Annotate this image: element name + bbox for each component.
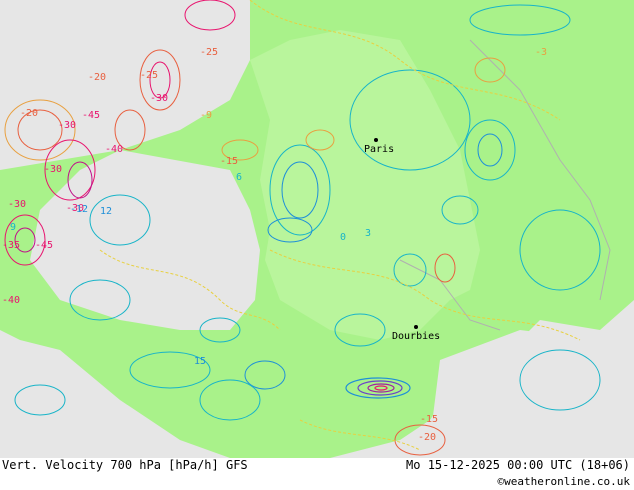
city-label: Dourbies — [392, 331, 440, 342]
city-marker — [374, 138, 378, 142]
contour-label: -3 — [535, 47, 547, 58]
contour-label: -40 — [105, 144, 123, 155]
contour-label: -30 — [58, 120, 76, 131]
weather-map: -25 -20 -30 -25 -30 -45 -20 -30 -40 -30 … — [0, 0, 634, 458]
map-frame: -25 -20 -30 -25 -30 -45 -20 -30 -40 -30 … — [0, 0, 634, 490]
contour-label: -25 — [140, 70, 158, 81]
contour-label: -25 — [200, 47, 218, 58]
city-label: Paris — [364, 144, 394, 155]
contour-label: 0 — [340, 232, 346, 243]
contour-label: -45 — [35, 240, 53, 251]
site-credit[interactable]: ©weatheronline.co.uk — [498, 475, 630, 488]
map-footer: Vert. Velocity 700 hPa [hPa/h] GFS Mo 15… — [0, 458, 634, 490]
contour-label: 15 — [194, 356, 206, 367]
contour-label: -9 — [200, 110, 212, 121]
contour-label: 6 — [236, 172, 242, 183]
contour-label: -20 — [418, 432, 436, 443]
contour-label: -40 — [2, 295, 20, 306]
map-title: Vert. Velocity 700 hPa [hPa/h] GFS — [2, 458, 248, 472]
valid-time: Mo 15-12-2025 00:00 UTC (18+06) — [406, 458, 630, 472]
contour-label: 3 — [365, 228, 371, 239]
contour-label: -30 — [8, 199, 26, 210]
contour-label: -45 — [82, 110, 100, 121]
contour-label: -20 — [88, 72, 106, 83]
contour-label: -15 — [220, 156, 238, 167]
contour-label: -15 — [420, 414, 438, 425]
contour-label: 9 — [10, 222, 16, 233]
contour-label: -12 — [70, 204, 88, 215]
contour-label: -30 — [44, 164, 62, 175]
city-marker — [414, 325, 418, 329]
contour-label: -20 — [20, 108, 38, 119]
contour-label: -30 — [150, 93, 168, 104]
contour-label: -35 — [2, 240, 20, 251]
contour-label: 12 — [100, 206, 112, 217]
